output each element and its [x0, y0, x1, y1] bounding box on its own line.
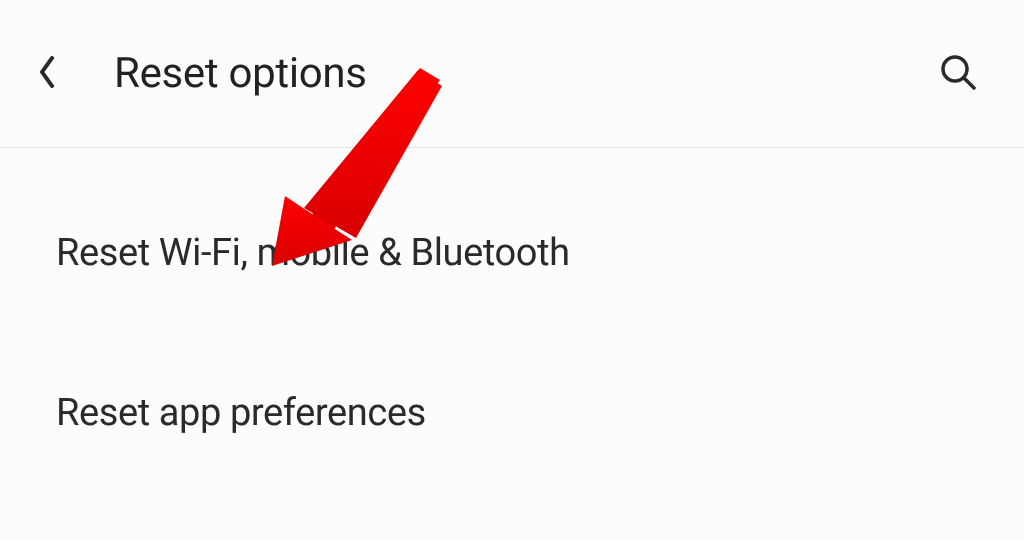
search-button[interactable]: [936, 52, 980, 96]
search-icon: [938, 52, 978, 96]
option-label: Reset Wi-Fi, mobile & Bluetooth: [56, 231, 570, 275]
back-icon: [36, 52, 60, 96]
options-list: Reset Wi-Fi, mobile & Bluetooth Reset ap…: [0, 178, 1024, 488]
option-reset-app-preferences[interactable]: Reset app preferences: [56, 338, 968, 488]
app-bar: Reset options: [0, 0, 1024, 148]
back-button[interactable]: [36, 52, 76, 96]
option-label: Reset app preferences: [56, 391, 426, 435]
option-reset-wifi-mobile-bluetooth[interactable]: Reset Wi-Fi, mobile & Bluetooth: [56, 178, 968, 328]
page-title: Reset options: [114, 49, 367, 98]
